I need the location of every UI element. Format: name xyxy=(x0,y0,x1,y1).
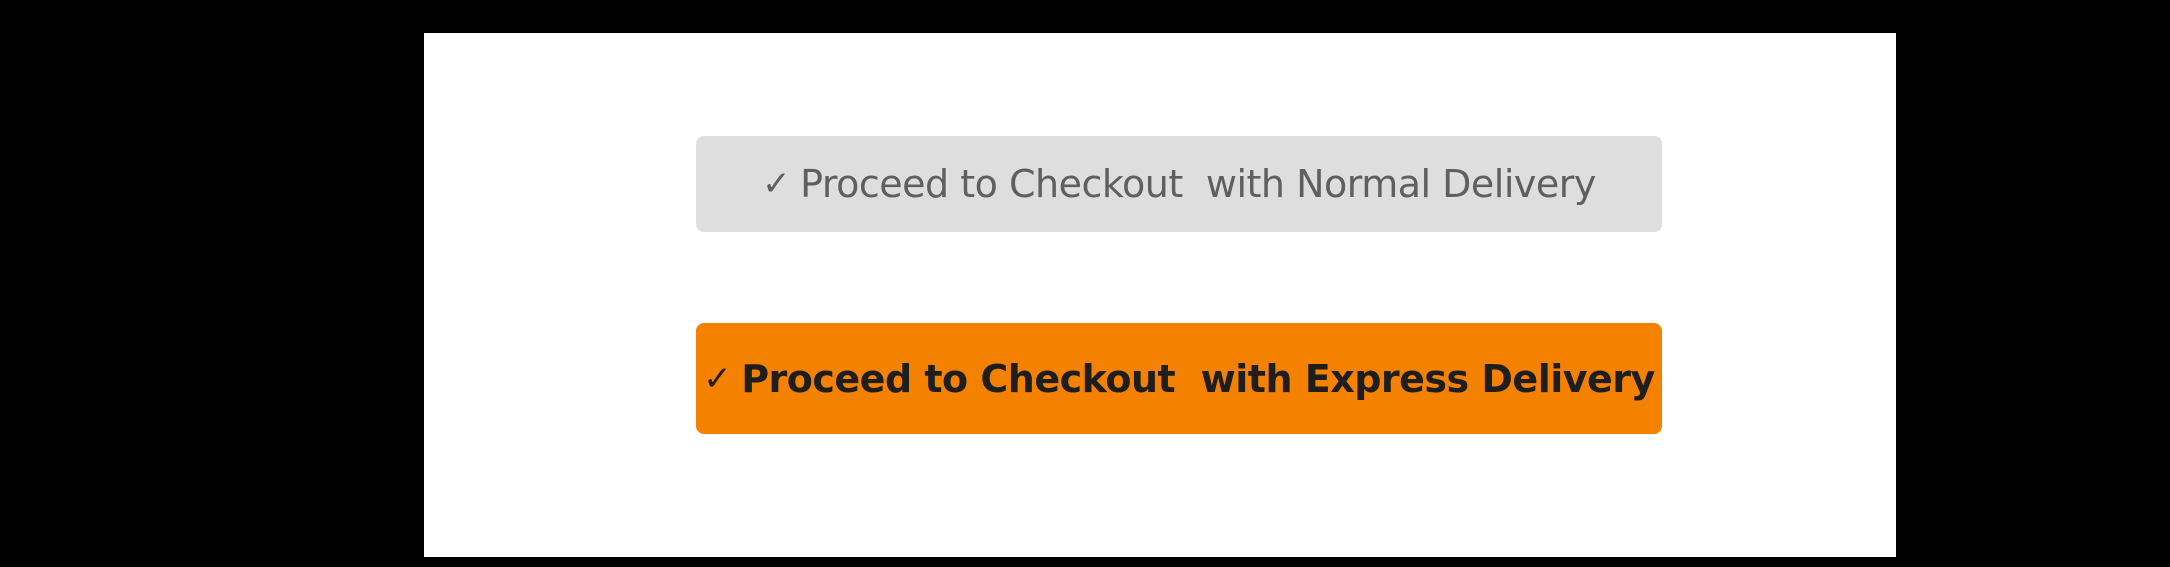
normal-delivery-checkout-button[interactable]: ✓ Proceed to Checkout with Normal Delive… xyxy=(696,136,1662,232)
checkmark-icon: ✓ xyxy=(762,164,791,204)
normal-delivery-checkout-label: Proceed to Checkout with Normal Delivery xyxy=(800,162,1596,206)
express-delivery-checkout-button[interactable]: ✓ Proceed to Checkout with Express Deliv… xyxy=(696,323,1662,434)
checkout-panel: ✓ Proceed to Checkout with Normal Delive… xyxy=(424,33,1896,557)
express-delivery-checkout-label: Proceed to Checkout with Express Deliver… xyxy=(741,356,1655,401)
checkmark-icon: ✓ xyxy=(703,358,732,399)
